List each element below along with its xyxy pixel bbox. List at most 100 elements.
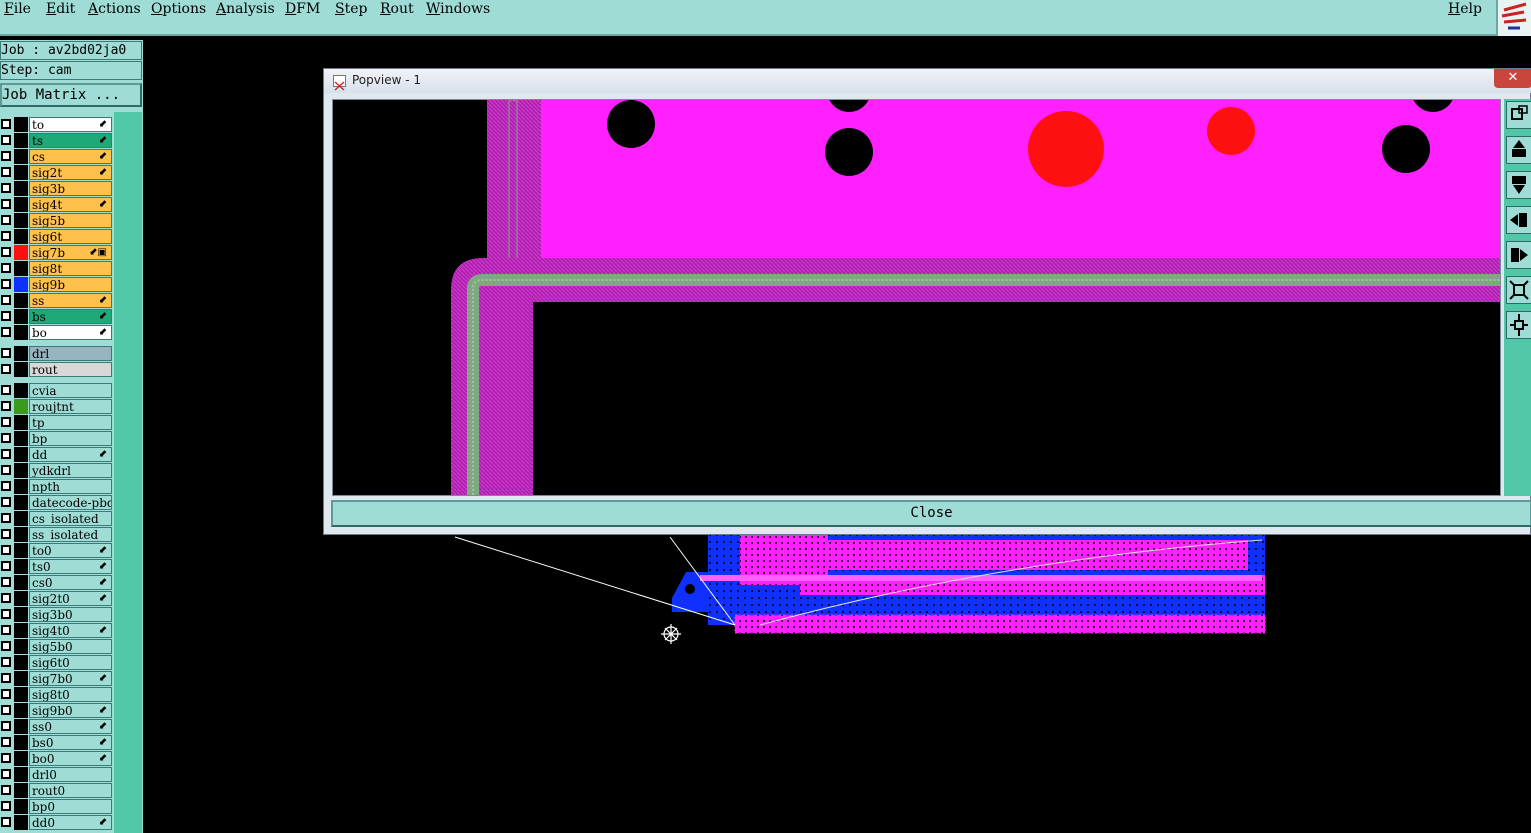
layer-name[interactable]: ss_isolated_ <box>29 527 112 542</box>
popview-zoom-view[interactable] <box>332 99 1501 496</box>
layer-row[interactable]: drl0 <box>0 767 114 782</box>
layer-row[interactable]: sig7b ⬋▣ <box>0 245 114 260</box>
layer-row[interactable]: sig9b <box>0 277 114 292</box>
layer-checkbox[interactable] <box>1 545 11 555</box>
layer-name[interactable]: drl0 <box>29 767 112 782</box>
layer-name[interactable]: bo0 ⬋ <box>29 751 112 766</box>
layer-name[interactable]: to ⬋ <box>29 117 112 132</box>
layer-name[interactable]: sig7b0 ⬋ <box>29 671 112 686</box>
layer-name[interactable]: datecode-pbd <box>29 495 112 510</box>
menu-edit[interactable]: Edit <box>46 1 75 17</box>
layer-name[interactable]: sig9b0 ⬋ <box>29 703 112 718</box>
layer-row[interactable]: to0 ⬋ <box>0 543 114 558</box>
layer-row[interactable]: sig6t <box>0 229 114 244</box>
layer-color-swatch[interactable] <box>14 362 28 377</box>
layer-name[interactable]: sig8t0 <box>29 687 112 702</box>
layer-color-swatch[interactable] <box>14 671 28 686</box>
layer-name[interactable]: sig6t0 <box>29 655 112 670</box>
layer-checkbox[interactable] <box>1 167 11 177</box>
layer-row[interactable]: sig5b <box>0 213 114 228</box>
layer-name[interactable]: bs0 ⬋ <box>29 735 112 750</box>
layer-row[interactable]: bs0 ⬋ <box>0 735 114 750</box>
layer-name[interactable]: dd ⬋ <box>29 447 112 462</box>
layer-checkbox[interactable] <box>1 215 11 225</box>
layer-row[interactable]: ss ⬋ <box>0 293 114 308</box>
layer-color-swatch[interactable] <box>14 623 28 638</box>
window-close-button[interactable]: ✕ <box>1494 69 1531 88</box>
layer-color-swatch[interactable] <box>14 559 28 574</box>
layer-row[interactable]: dd ⬋ <box>0 447 114 462</box>
layer-row[interactable]: ts0 ⬋ <box>0 559 114 574</box>
layer-checkbox[interactable] <box>1 183 11 193</box>
layer-checkbox[interactable] <box>1 625 11 635</box>
layer-checkbox[interactable] <box>1 348 11 358</box>
layer-checkbox[interactable] <box>1 657 11 667</box>
layer-name[interactable]: ts0 ⬋ <box>29 559 112 574</box>
layer-checkbox[interactable] <box>1 673 11 683</box>
layer-checkbox[interactable] <box>1 401 11 411</box>
layer-row[interactable]: bp0 <box>0 799 114 814</box>
layer-checkbox[interactable] <box>1 247 11 257</box>
layer-name[interactable]: rout <box>29 362 112 377</box>
layer-name[interactable]: roujtnt <box>29 399 112 414</box>
layer-row[interactable]: ydkdrl <box>0 463 114 478</box>
layer-name[interactable]: sig4t ⬋ <box>29 197 112 212</box>
layer-row[interactable]: sig3b0 <box>0 607 114 622</box>
layer-row[interactable]: sig5b0 <box>0 639 114 654</box>
layer-color-swatch[interactable] <box>14 463 28 478</box>
layer-row[interactable]: sig8t <box>0 261 114 276</box>
layer-color-swatch[interactable] <box>14 751 28 766</box>
pan-left-icon[interactable] <box>1506 206 1531 234</box>
layer-checkbox[interactable] <box>1 481 11 491</box>
layer-checkbox[interactable] <box>1 151 11 161</box>
layer-name[interactable]: bp <box>29 431 112 446</box>
menu-dfm[interactable]: DFM <box>285 1 320 17</box>
menu-analysis[interactable]: Analysis <box>216 1 275 17</box>
layer-row[interactable]: sig2t ⬋ <box>0 165 114 180</box>
layer-color-swatch[interactable] <box>14 607 28 622</box>
layer-name[interactable]: sig9b <box>29 277 112 292</box>
menu-file[interactable]: File <box>4 1 31 17</box>
layer-color-swatch[interactable] <box>14 261 28 276</box>
layer-name[interactable]: rout0 <box>29 783 112 798</box>
layer-color-swatch[interactable] <box>14 117 28 132</box>
layer-row[interactable]: bp <box>0 431 114 446</box>
layer-row[interactable]: sig4t ⬋ <box>0 197 114 212</box>
layer-checkbox[interactable] <box>1 513 11 523</box>
layer-color-swatch[interactable] <box>14 383 28 398</box>
layer-color-swatch[interactable] <box>14 165 28 180</box>
layer-name[interactable]: bs ⬋ <box>29 309 112 324</box>
layer-color-swatch[interactable] <box>14 511 28 526</box>
layer-color-swatch[interactable] <box>14 687 28 702</box>
layer-checkbox[interactable] <box>1 449 11 459</box>
layer-color-swatch[interactable] <box>14 325 28 340</box>
layer-checkbox[interactable] <box>1 119 11 129</box>
layer-row[interactable]: to ⬋ <box>0 117 114 132</box>
layer-row[interactable]: bs ⬋ <box>0 309 114 324</box>
layer-row[interactable]: npth <box>0 479 114 494</box>
layer-row[interactable]: tp <box>0 415 114 430</box>
layer-row[interactable]: drl <box>0 346 114 361</box>
layer-name[interactable]: bp0 <box>29 799 112 814</box>
job-matrix-button[interactable]: Job Matrix ... <box>0 83 142 107</box>
layer-checkbox[interactable] <box>1 689 11 699</box>
layer-row[interactable]: ss0 ⬋ <box>0 719 114 734</box>
layer-checkbox[interactable] <box>1 433 11 443</box>
zoom-fit-icon[interactable] <box>1506 276 1531 304</box>
layer-name[interactable]: cs0 ⬋ <box>29 575 112 590</box>
layer-checkbox[interactable] <box>1 327 11 337</box>
layer-row[interactable]: rout0 <box>0 783 114 798</box>
layer-color-swatch[interactable] <box>14 415 28 430</box>
layer-checkbox[interactable] <box>1 753 11 763</box>
layer-checkbox[interactable] <box>1 279 11 289</box>
layer-name[interactable]: to0 ⬋ <box>29 543 112 558</box>
layer-checkbox[interactable] <box>1 529 11 539</box>
layer-row[interactable]: cs0 ⬋ <box>0 575 114 590</box>
pan-up-icon[interactable] <box>1506 136 1531 164</box>
zoom-center-icon[interactable] <box>1506 311 1531 339</box>
layer-color-swatch[interactable] <box>14 213 28 228</box>
layer-color-swatch[interactable] <box>14 197 28 212</box>
layer-checkbox[interactable] <box>1 721 11 731</box>
menu-windows[interactable]: Windows <box>426 1 490 17</box>
layer-name[interactable]: cs ⬋ <box>29 149 112 164</box>
